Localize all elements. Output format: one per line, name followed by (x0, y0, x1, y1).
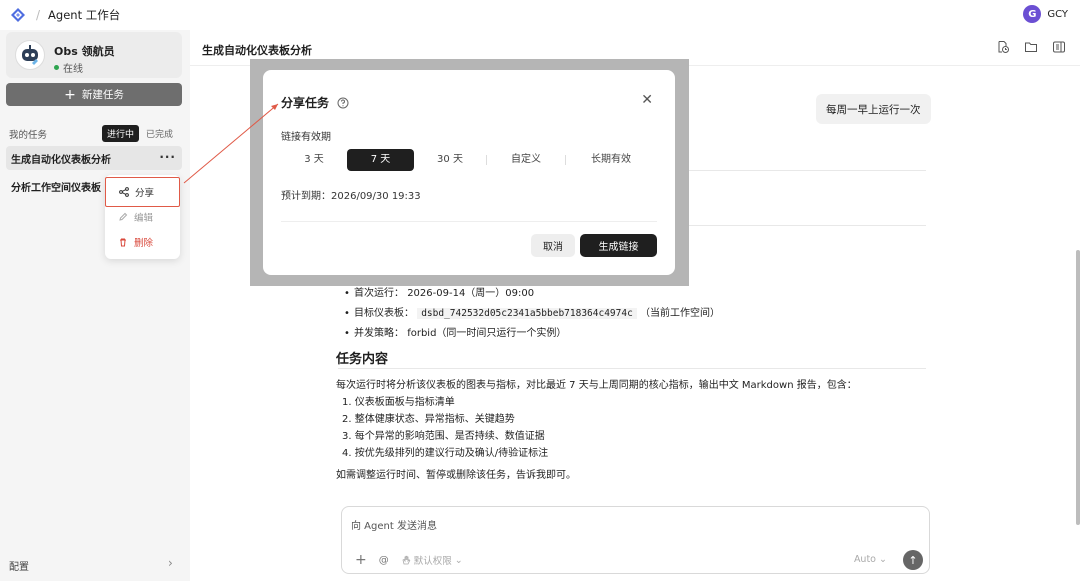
generate-link-button[interactable]: 生成链接 (580, 234, 657, 257)
user-menu[interactable]: G GCY (1023, 5, 1068, 23)
composer-tools: + @ 默认权限 ⌄ (355, 552, 463, 568)
send-button[interactable]: ↑ (903, 550, 923, 570)
expiry-options: 3 天 7 天 30 天 自定义 长期有效 (281, 149, 657, 171)
list-item: 4. 按优先级排列的建议行动及确认/待验证标注 (342, 448, 549, 459)
share-icon (119, 187, 129, 197)
mode-select[interactable]: Auto ⌄ (854, 554, 887, 565)
divider (338, 368, 926, 369)
mode-label: Auto (853, 554, 876, 565)
target-label: 目标仪表板： (354, 308, 414, 319)
target-dashboard-id: dsbd_742532d05c2341a5bbeb718364c4974c (417, 308, 637, 319)
share-menu-item[interactable]: 分享 (105, 177, 180, 207)
top-bar: / Agent 工作台 G GCY (0, 0, 1080, 30)
expiry-estimate: 预计到期：2026/09/30 19:33 (281, 191, 421, 202)
option-custom[interactable]: 自定义 (487, 149, 565, 171)
scrollbar[interactable] (1076, 250, 1080, 525)
list-item: 3. 每个异常的影响范围、是否持续、数值证据 (342, 431, 545, 442)
task-item-label: 生成自动化仪表板分析 (11, 154, 111, 166)
closing-text: 如需调整运行时间、暂停或删除该任务，告诉我即可。 (336, 470, 576, 481)
option-permanent[interactable]: 长期有效 (566, 149, 656, 171)
dialog-title-text: 分享任务 (281, 96, 330, 110)
task-item-label: 分析工作空间仪表板 (11, 182, 101, 194)
schedule-file-icon[interactable] (996, 40, 1010, 54)
task-filter: 进行中 已完成 (102, 125, 178, 142)
sidebar: Obs 领航员 在线 + 新建任务 我的任务 进行中 已完成 生成自动化仪表板分… (0, 30, 190, 581)
task-content-list: 1. 仪表板面板与指标清单 2. 整体健康状态、异常指标、关键趋势 3. 每个异… (342, 394, 548, 462)
target-note: （当前工作空间） (640, 308, 720, 319)
message-input[interactable]: 向 Agent 发送消息 (351, 517, 437, 532)
close-icon[interactable]: ✕ (641, 92, 653, 108)
pencil-icon (119, 212, 128, 221)
agent-name: Obs 领航员 (54, 45, 115, 58)
chevron-right-icon[interactable]: › (168, 556, 173, 570)
new-task-label: 新建任务 (81, 89, 124, 101)
agent-status: 在线 (54, 60, 83, 75)
page-title: 生成自动化仪表板分析 (202, 44, 312, 57)
option-7-days[interactable]: 7 天 (347, 149, 414, 171)
chevron-down-icon: ⌄ (454, 554, 463, 566)
list-item: 1. 仪表板面板与指标清单 (342, 397, 455, 408)
app-title: Agent 工作台 (48, 8, 121, 22)
permission-label: 默认权限 (413, 556, 452, 567)
mention-icon[interactable]: @ (379, 555, 389, 566)
folder-icon[interactable] (1024, 40, 1038, 54)
more-icon[interactable]: ··· (159, 151, 176, 163)
user-message-bubble: 每周一早上运行一次 (816, 94, 931, 124)
filter-in-progress[interactable]: 进行中 (102, 125, 140, 142)
concurrency-label: 并发策略： (354, 328, 404, 339)
task-item[interactable]: 生成自动化仪表板分析 ··· (6, 146, 182, 170)
option-30-days[interactable]: 30 天 (414, 149, 486, 171)
list-item: 2. 整体健康状态、异常指标、关键趋势 (342, 414, 515, 425)
user-name: GCY (1047, 8, 1068, 20)
task-description: 每次运行时将分析该仪表板的图表与指标，对比最近 7 天与上周同期的核心指标，输出… (336, 380, 857, 391)
edit-menu-item[interactable]: 编辑 (105, 205, 180, 229)
config-link[interactable]: 配置 (9, 558, 29, 573)
hand-icon (402, 555, 411, 565)
section-title: 任务内容 (336, 352, 389, 367)
share-task-dialog: 分享任务 ✕ 链接有效期 3 天 7 天 30 天 自定义 长期有效 预计到期：… (263, 70, 675, 275)
app-logo-icon[interactable] (10, 7, 26, 23)
agent-status-text: 在线 (63, 64, 83, 75)
concurrency-value: forbid（同一时间只运行一个实例） (407, 328, 567, 339)
dialog-title: 分享任务 (281, 94, 349, 111)
permission-select[interactable]: 默认权限 ⌄ (401, 553, 463, 567)
header-actions (996, 40, 1066, 54)
task-context-menu: 分享 编辑 删除 (105, 175, 180, 259)
add-icon[interactable]: + (355, 552, 367, 568)
new-task-button[interactable]: + 新建任务 (6, 83, 182, 106)
first-run-label: 首次运行： (354, 288, 404, 299)
user-avatar: G (1023, 5, 1042, 23)
online-dot-icon (54, 65, 59, 70)
share-label: 分享 (135, 188, 155, 199)
edit-label: 编辑 (134, 213, 154, 224)
list-item: 并发策略： forbid（同一时间只运行一个实例） (344, 324, 720, 344)
option-3-days[interactable]: 3 天 (281, 149, 347, 171)
delete-label: 删除 (134, 238, 154, 249)
help-icon[interactable] (337, 97, 349, 109)
filter-done[interactable]: 已完成 (141, 125, 178, 142)
agent-card[interactable]: Obs 领航员 在线 (6, 32, 182, 78)
cancel-button[interactable]: 取消 (531, 234, 575, 257)
trash-icon (120, 238, 126, 247)
divider (281, 221, 657, 222)
schedule-details: 首次运行： 2026-09-14（周一）09:00 目标仪表板： dsbd_74… (344, 284, 720, 344)
my-tasks-label: 我的任务 (9, 130, 48, 141)
arrow-up-icon: ↑ (908, 553, 918, 567)
delete-menu-item[interactable]: 删除 (105, 230, 180, 254)
chevron-down-icon: ⌄ (879, 554, 887, 565)
robot-icon (22, 45, 38, 65)
message-composer[interactable]: 向 Agent 发送消息 + @ 默认权限 ⌄ Auto ⌄ ↑ (341, 506, 930, 574)
list-item: 目标仪表板： dsbd_742532d05c2341a5bbeb718364c4… (344, 304, 720, 324)
plus-icon: + (64, 86, 76, 103)
list-item: 首次运行： 2026-09-14（周一）09:00 (344, 284, 720, 304)
first-run-value: 2026-09-14（周一）09:00 (407, 288, 535, 299)
agent-avatar (15, 40, 45, 70)
panel-icon[interactable] (1052, 40, 1066, 54)
expiry-label: 链接有效期 (281, 132, 331, 143)
breadcrumb-separator: / (36, 8, 41, 22)
